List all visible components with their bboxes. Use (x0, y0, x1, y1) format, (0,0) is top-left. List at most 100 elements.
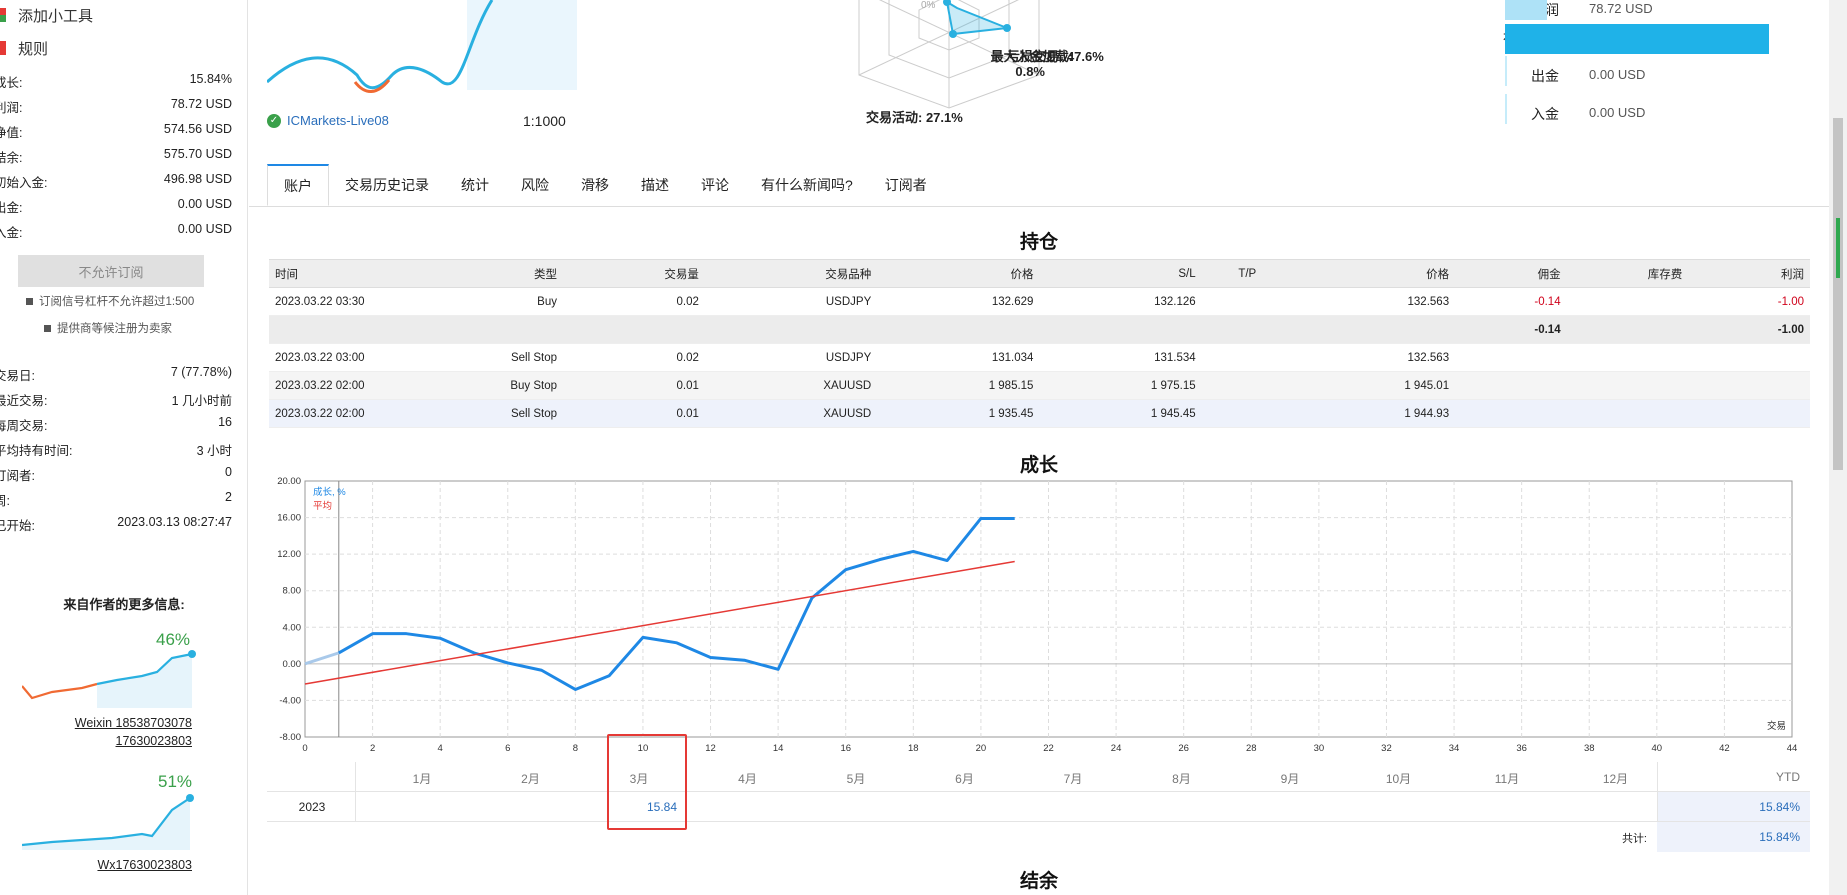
positions-header: 交易量 (562, 259, 705, 288)
month-header: YTD (1776, 770, 1800, 784)
stat2-label: 订阅者: (0, 469, 35, 483)
legend-average: 平均 (313, 500, 332, 512)
stat-label: 结余: (0, 151, 23, 165)
x-tick-label: 14 (773, 743, 784, 754)
stat-row: 结余: 575.70 USD (0, 147, 232, 166)
table-cell (1292, 315, 1456, 344)
stat2-label: 周: (0, 494, 10, 508)
account-server[interactable]: ✓ ICMarkets-Live08 (267, 113, 389, 128)
tab-7[interactable]: 有什么新闻吗? (745, 164, 869, 206)
add-widget-item[interactable]: 添加小工具 (0, 4, 93, 26)
flag-icon (0, 41, 6, 55)
stat-row: 利润: 78.72 USD (0, 97, 232, 116)
y-tick-label: 20.00 (277, 476, 301, 487)
stat2-row: 每周交易: 16 (0, 415, 232, 434)
total-value: 15.84% (1759, 830, 1800, 844)
table-cell (1201, 371, 1293, 400)
table-cell: 1 975.15 (1039, 371, 1202, 400)
tab-4[interactable]: 滑移 (565, 164, 625, 206)
table-cell: 2023.03.22 03:30 (269, 287, 422, 316)
x-tick-label: 16 (840, 743, 851, 754)
signal-1-link[interactable]: Weixin 18538703078 (20, 716, 192, 730)
x-tick-label: 36 (1516, 743, 1527, 754)
tab-3[interactable]: 风险 (505, 164, 565, 206)
stat-value: 0.00 USD (177, 197, 232, 211)
x-tick-label: 4 (438, 743, 443, 754)
stat-value: 78.72 USD (170, 97, 232, 111)
stat2-row: 平均持有时间: 3 小时 (0, 440, 232, 459)
stat2-row: 已开始: 2023.03.13 08:27:47 (0, 515, 232, 534)
month-header: 11月 (1494, 772, 1520, 786)
x-tick-label: 22 (1043, 743, 1054, 754)
scrollbar[interactable] (1829, 0, 1847, 895)
table-cell (1201, 315, 1293, 344)
table-cell (1201, 287, 1293, 316)
leverage: 1:1000 (523, 113, 566, 129)
table-cell (1455, 399, 1567, 428)
y-tick-label: -4.00 (279, 695, 301, 706)
tab-0[interactable]: 账户 (267, 164, 329, 206)
bar-fill (1505, 0, 1547, 20)
signal-2-growth: 51% (158, 772, 193, 791)
table-row[interactable]: 2023.03.22 02:00 Buy Stop 0.01 XAUUSD 1 985.… (269, 371, 1810, 400)
positions-table: 时间 类型 交易量 交易品种 价格 S/L T/P 价格 佣金 库存费 利润 2023.03.22 … (269, 259, 1810, 428)
stat-label: 利润: (0, 101, 23, 115)
table-cell: 1 945.01 (1292, 371, 1456, 400)
month-header: 2月 (521, 772, 540, 786)
table-row[interactable]: 2023.03.22 03:30 Buy 0.02 USDJPY 132.629 132.… (269, 287, 1810, 316)
more-info-title: 来自作者的更多信息: (63, 597, 185, 612)
table-cell: 1 944.93 (1292, 399, 1456, 428)
table-cell: 132.563 (1292, 343, 1456, 372)
stat-value: 574.56 USD (163, 122, 232, 136)
table-cell: 131.034 (877, 343, 1040, 372)
stat2-row: 最近交易: 1 几小时前 (0, 390, 232, 409)
table-cell: -1.00 (1688, 287, 1810, 316)
tab-bar: 账户 交易历史记录 统计 风险 滑移 描述 评论 有什么新闻吗? 订阅者 (267, 164, 943, 206)
x-tick-label: 42 (1719, 743, 1730, 754)
radar-max-deposit-load-value: 0.8% (1015, 64, 1045, 79)
signal-1-link-2[interactable]: 17630023803 (20, 734, 192, 748)
y-tick-label: 8.00 (283, 586, 302, 597)
verified-check-icon: ✓ (267, 113, 281, 128)
top-growth-sparkline (267, 0, 577, 93)
tab-2[interactable]: 统计 (445, 164, 505, 206)
ytd-value: 15.84% (1759, 800, 1800, 814)
table-cell: USDJPY (704, 343, 878, 372)
x-tick-label: 6 (505, 743, 510, 754)
seller-note: 提供商等候注册为卖家 (44, 320, 172, 336)
highlight-box (607, 734, 687, 830)
radar-loss-trades: 亏损交易: 47.6% (1007, 49, 1104, 64)
month-header: 8月 (1172, 772, 1191, 786)
tab-1[interactable]: 交易历史记录 (329, 164, 445, 206)
stat2-value: 7 (77.78%) (170, 365, 232, 379)
table-row[interactable]: 2023.03.22 02:00 Sell Stop 0.01 XAUUSD 1 935… (269, 399, 1810, 428)
stat2-label: 每周交易: (0, 419, 48, 433)
stat2-label: 最近交易: (0, 394, 48, 408)
table-cell: 0.01 (562, 371, 705, 400)
x-axis-label: 交易 (1767, 720, 1786, 732)
x-tick-label: 38 (1584, 743, 1595, 754)
positions-header: 价格 (1292, 259, 1456, 288)
tab-5[interactable]: 描述 (625, 164, 685, 206)
scrollbar-thumb[interactable] (1833, 118, 1843, 470)
stat-row: 初始入金: 496.98 USD (0, 172, 232, 191)
month-header: 5月 (846, 772, 866, 786)
bar-label: 入金 (1531, 106, 1559, 122)
bar-fill (1505, 94, 1507, 124)
stat-label: 入金: (0, 226, 23, 240)
table-cell: XAUUSD (704, 399, 878, 428)
scrollbar-marker (1836, 218, 1840, 278)
tab-6[interactable]: 评论 (685, 164, 745, 206)
stat2-value: 2023.03.13 08:27:47 (117, 515, 232, 529)
table-cell (1455, 343, 1567, 372)
subscribe-button[interactable]: 不允许订阅 (18, 255, 204, 287)
positions-header: T/P (1201, 259, 1293, 288)
tab-8[interactable]: 订阅者 (869, 164, 943, 206)
table-row[interactable]: -0.14 -1.00 (269, 315, 1810, 344)
month-header: 12月 (1602, 772, 1629, 786)
rules-item[interactable]: 规则 (0, 37, 48, 59)
stat2-label: 已开始: (0, 519, 35, 533)
table-cell (421, 315, 563, 344)
table-row[interactable]: 2023.03.22 03:00 Sell Stop 0.02 USDJPY 131.0… (269, 343, 1810, 372)
signal-2-link[interactable]: Wx17630023803 (20, 858, 192, 872)
